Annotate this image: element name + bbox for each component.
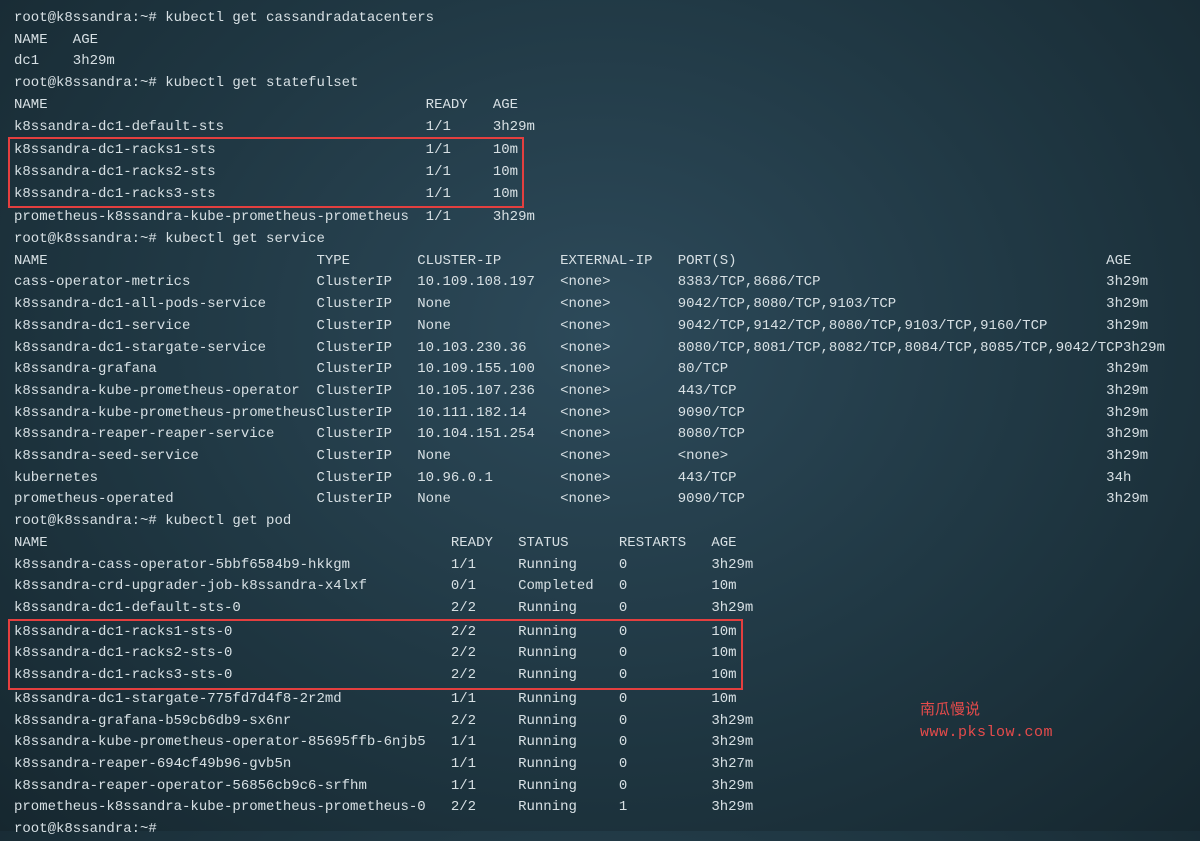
watermark-cn: 南瓜慢说 xyxy=(920,700,980,722)
svc-row: k8ssandra-kube-prometheus-prometheusClus… xyxy=(14,403,1186,425)
pod-row: k8ssandra-dc1-stargate-775fd7d4f8-2r2md … xyxy=(14,689,1186,711)
sts-row: k8ssandra-dc1-racks1-sts 1/1 10m xyxy=(14,140,518,162)
pod-row: k8ssandra-cass-operator-5bbf6584b9-hkkgm… xyxy=(14,555,1186,577)
svc-row: k8ssandra-kube-prometheus-operator Clust… xyxy=(14,381,1186,403)
svc-row: k8ssandra-reaper-reaper-service ClusterI… xyxy=(14,424,1186,446)
svc-row: k8ssandra-grafana ClusterIP 10.109.155.1… xyxy=(14,359,1186,381)
pod-row: k8ssandra-reaper-694cf49b96-gvb5n 1/1 Ru… xyxy=(14,754,1186,776)
svc-row: kubernetes ClusterIP 10.96.0.1 <none> 44… xyxy=(14,468,1186,490)
svc-row: k8ssandra-dc1-all-pods-service ClusterIP… xyxy=(14,294,1186,316)
svc-row: k8ssandra-seed-service ClusterIP None <n… xyxy=(14,446,1186,468)
svc-row: k8ssandra-dc1-service ClusterIP None <no… xyxy=(14,316,1186,338)
shell-prompt: root@k8ssandra:~# xyxy=(14,819,1186,841)
svc-row: prometheus-operated ClusterIP None <none… xyxy=(14,489,1186,511)
dc-header: NAME AGE xyxy=(14,30,1186,52)
sts-row: k8ssandra-dc1-default-sts 1/1 3h29m xyxy=(14,117,1186,139)
sts-row: k8ssandra-dc1-racks2-sts 1/1 10m xyxy=(14,162,518,184)
pod-row: prometheus-k8ssandra-kube-prometheus-pro… xyxy=(14,797,1186,819)
pod-row: k8ssandra-dc1-racks1-sts-0 2/2 Running 0… xyxy=(14,622,737,644)
watermark-url: www.pkslow.com xyxy=(920,722,1053,744)
svc-header: NAME TYPE CLUSTER-IP EXTERNAL-IP PORT(S)… xyxy=(14,251,1186,273)
pod-row: k8ssandra-dc1-racks2-sts-0 2/2 Running 0… xyxy=(14,643,737,665)
terminal[interactable]: root@k8ssandra:~# kubectl get cassandrad… xyxy=(14,8,1186,841)
sts-row: prometheus-k8ssandra-kube-prometheus-pro… xyxy=(14,207,1186,229)
shell-command-datacenters: root@k8ssandra:~# kubectl get cassandrad… xyxy=(14,8,1186,30)
pod-highlight: k8ssandra-dc1-racks1-sts-0 2/2 Running 0… xyxy=(8,619,743,690)
svc-row: cass-operator-metrics ClusterIP 10.109.1… xyxy=(14,272,1186,294)
pod-row: k8ssandra-reaper-operator-56856cb9c6-srf… xyxy=(14,776,1186,798)
shell-command-pod: root@k8ssandra:~# kubectl get pod xyxy=(14,511,1186,533)
shell-command-statefulset: root@k8ssandra:~# kubectl get statefulse… xyxy=(14,73,1186,95)
pod-header: NAME READY STATUS RESTARTS AGE xyxy=(14,533,1186,555)
sts-row: k8ssandra-dc1-racks3-sts 1/1 10m xyxy=(14,184,518,206)
sts-header: NAME READY AGE xyxy=(14,95,1186,117)
pod-row: k8ssandra-crd-upgrader-job-k8ssandra-x4l… xyxy=(14,576,1186,598)
sts-highlight: k8ssandra-dc1-racks1-sts 1/1 10mk8ssandr… xyxy=(8,137,524,208)
dc-row: dc1 3h29m xyxy=(14,51,1186,73)
shell-command-service: root@k8ssandra:~# kubectl get service xyxy=(14,229,1186,251)
pod-row: k8ssandra-dc1-racks3-sts-0 2/2 Running 0… xyxy=(14,665,737,687)
pod-row: k8ssandra-dc1-default-sts-0 2/2 Running … xyxy=(14,598,1186,620)
svc-row: k8ssandra-dc1-stargate-service ClusterIP… xyxy=(14,338,1186,360)
